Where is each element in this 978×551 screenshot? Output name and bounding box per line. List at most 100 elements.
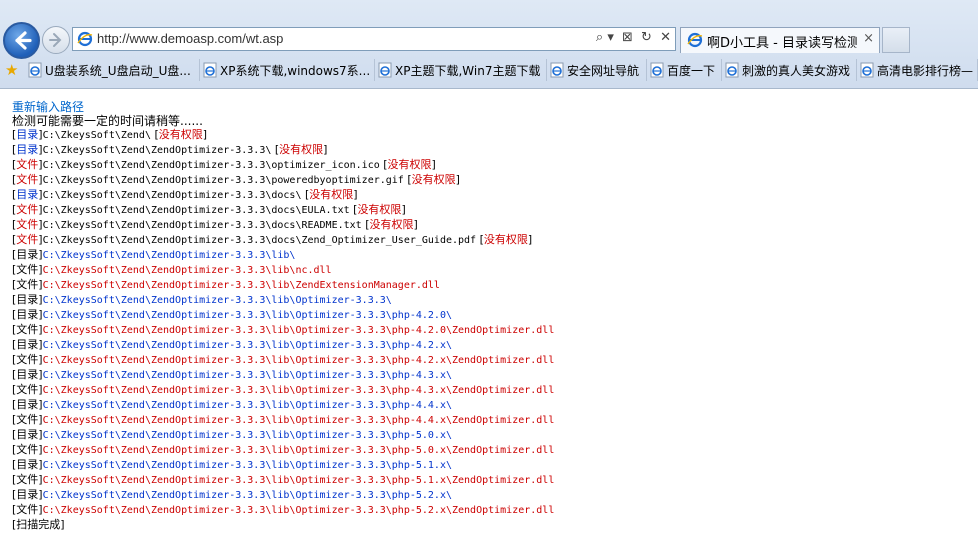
result-line: [文件]C:\ZkeysSoft\Zend\ZendOptimizer-3.3.… [12,278,972,293]
tab-close-icon[interactable]: × [863,31,874,46]
entry-path: C:\ZkeysSoft\Zend\ZendOptimizer-3.3.3\li… [42,430,452,441]
entry-path: C:\ZkeysSoft\Zend\ZendOptimizer-3.3.3\li… [42,355,555,366]
favorite-label[interactable]: U盘装系统_U盘启动_U盘... [45,62,191,79]
permission-status: 没有权限 [483,233,528,246]
entry-path: C:\ZkeysSoft\Zend\ZendOptimizer-3.3.3\li… [42,310,452,321]
entry-type: 文件 [16,353,39,366]
favorite-link[interactable]: 高清电影排行榜— [857,59,978,81]
bracket: ] [431,158,436,171]
favorite-link[interactable]: 安全网址导航 [547,59,647,81]
entry-path: C:\ZkeysSoft\Zend\ZendOptimizer-3.3.3\li… [42,280,440,291]
bracket: ] [202,128,208,141]
entry-type: 目录 [16,143,39,156]
favorite-link[interactable]: 刺激的真人美女游戏 [722,59,857,81]
result-line: [目录]C:\ZkeysSoft\Zend\ZendOptimizer-3.3.… [12,398,972,413]
page-content: 重新输入路径 检测可能需要一定的时间请稍等...... [目录]C:\Zkeys… [12,100,972,532]
favorite-label[interactable]: 高清电影排行榜— [877,62,973,79]
entry-path: C:\ZkeysSoft\Zend\ZendOptimizer-3.3.3\li… [42,475,555,486]
favorite-label[interactable]: 百度一下 [667,62,715,79]
result-line: [文件]C:\ZkeysSoft\Zend\ZendOptimizer-3.3.… [12,203,972,218]
entry-type: 文件 [16,443,39,456]
entry-type: 目录 [16,488,39,501]
result-line: [目录]C:\ZkeysSoft\Zend\ [没有权限] [12,128,972,143]
permission-status: 没有权限 [279,143,324,156]
back-button[interactable] [3,22,40,59]
entry-path: C:\ZkeysSoft\Zend\ZendOptimizer-3.3.3\do… [42,205,350,216]
entry-path: C:\ZkeysSoft\Zend\ZendOptimizer-3.3.3\do… [42,190,302,201]
result-line: [目录]C:\ZkeysSoft\Zend\ZendOptimizer-3.3.… [12,428,972,443]
browser-chrome: http://www.demoasp.com/wt.asp ⌕ ▾ ⊠ ↻ ✕ … [0,0,978,89]
permission-status: 没有权限 [369,218,414,231]
search-dropdown-icon[interactable]: ⌕ ▾ [596,30,614,45]
permission-status: 没有权限 [158,128,203,141]
entry-type: 文件 [16,158,39,171]
result-line: [目录]C:\ZkeysSoft\Zend\ZendOptimizer-3.3.… [12,143,972,158]
forward-button[interactable] [42,26,70,54]
entry-path: C:\ZkeysSoft\Zend\ [42,130,151,141]
result-line: [目录]C:\ZkeysSoft\Zend\ZendOptimizer-3.3.… [12,308,972,323]
entry-type: 目录 [16,188,39,201]
favorite-label[interactable]: XP系统下载,windows7系... [220,62,370,79]
address-url[interactable]: http://www.demoasp.com/wt.asp [97,31,283,46]
entry-type: 目录 [16,338,39,351]
ie-tab-icon [687,32,703,48]
ie-page-icon [77,31,93,47]
result-line: [文件]C:\ZkeysSoft\Zend\ZendOptimizer-3.3.… [12,443,972,458]
favorites-star-icon[interactable]: ★ [5,61,18,79]
favorite-label[interactable]: XP主题下载,Win7主题下载 [395,62,540,79]
tab-active[interactable]: 啊D小工具 - 目录读写检测... × [680,27,880,53]
bracket: ] [413,218,418,231]
result-line: [文件]C:\ZkeysSoft\Zend\ZendOptimizer-3.3.… [12,173,972,188]
bracket: ] [527,233,533,246]
address-bar[interactable]: http://www.demoasp.com/wt.asp ⌕ ▾ ⊠ ↻ ✕ [72,27,676,51]
result-line: [文件]C:\ZkeysSoft\Zend\ZendOptimizer-3.3.… [12,158,972,173]
compatibility-icon[interactable]: ⊠ [622,30,633,45]
entry-path: C:\ZkeysSoft\Zend\ZendOptimizer-3.3.3\do… [42,235,477,246]
entry-type: 文件 [16,473,39,486]
entry-type: 目录 [16,398,39,411]
entry-path: C:\ZkeysSoft\Zend\ZendOptimizer-3.3.3\li… [42,370,452,381]
favorite-label[interactable]: 刺激的真人美女游戏 [742,62,850,79]
entry-path: C:\ZkeysSoft\Zend\ZendOptimizer-3.3.3\li… [42,445,555,456]
entry-type: 文件 [16,233,39,246]
entry-type: 文件 [16,263,39,276]
refresh-icon[interactable]: ↻ [641,30,652,45]
entry-type: 目录 [16,428,39,441]
entry-type: 文件 [16,278,39,291]
address-toolbar: ⌕ ▾ ⊠ ↻ ✕ [592,30,671,45]
favorite-link[interactable]: XP系统下载,windows7系... [200,59,375,81]
favorite-link[interactable]: XP主题下载,Win7主题下载 [375,59,547,81]
favorite-page-icon [650,62,664,78]
new-tab-button[interactable] [882,27,910,53]
bracket: ] [353,188,358,201]
result-line: [文件]C:\ZkeysSoft\Zend\ZendOptimizer-3.3.… [12,503,972,518]
favorite-label[interactable]: 安全网址导航 [567,62,639,79]
favorite-link[interactable]: 百度一下 [647,59,722,81]
favorites-bar: ★ U盘装系统_U盘启动_U盘... XP系统下载,windows7系... XP主… [0,57,978,83]
wait-hint: 检测可能需要一定的时间请稍等...... [12,114,203,128]
entry-type: 目录 [16,128,39,141]
entry-type: 文件 [16,173,39,186]
favorite-page-icon [28,62,42,78]
entry-path: C:\ZkeysSoft\Zend\ZendOptimizer-3.3.3\po… [42,175,404,186]
entry-type: 目录 [16,368,39,381]
favorite-page-icon [378,62,392,78]
reenter-path-link[interactable]: 重新输入路径 [12,100,972,114]
result-line: [文件]C:\ZkeysSoft\Zend\ZendOptimizer-3.3.… [12,323,972,338]
result-line: [目录]C:\ZkeysSoft\Zend\ZendOptimizer-3.3.… [12,338,972,353]
entry-path: C:\ZkeysSoft\Zend\ZendOptimizer-3.3.3\ [42,145,272,156]
entry-type: 文件 [16,413,39,426]
stop-icon[interactable]: ✕ [660,30,671,45]
result-line: [文件]C:\ZkeysSoft\Zend\ZendOptimizer-3.3.… [12,233,972,248]
entry-type: 目录 [16,458,39,471]
entry-path: C:\ZkeysSoft\Zend\ZendOptimizer-3.3.3\li… [42,265,332,276]
favorite-link[interactable]: U盘装系统_U盘启动_U盘... [25,59,200,81]
entry-type: 文件 [16,383,39,396]
entry-path: C:\ZkeysSoft\Zend\ZendOptimizer-3.3.3\op… [42,160,380,171]
entry-path: C:\ZkeysSoft\Zend\ZendOptimizer-3.3.3\li… [42,295,392,306]
entry-type: 文件 [16,503,39,516]
entry-type: 目录 [16,248,39,261]
permission-status: 没有权限 [309,188,354,201]
entry-path: C:\ZkeysSoft\Zend\ZendOptimizer-3.3.3\li… [42,400,452,411]
bracket: ] [401,203,406,216]
